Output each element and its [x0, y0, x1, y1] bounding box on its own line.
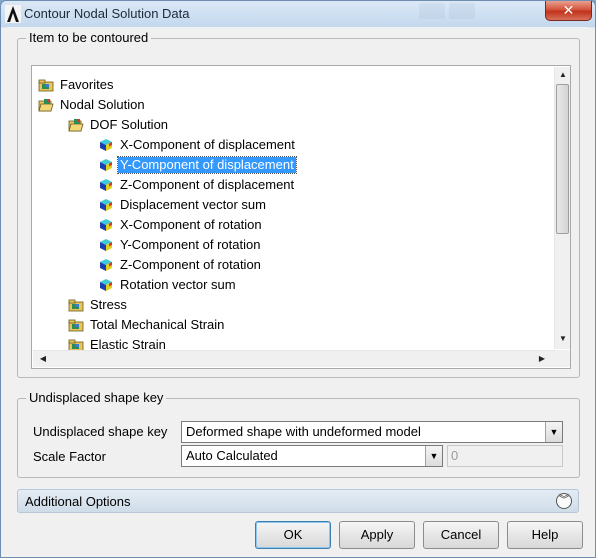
tree-item[interactable]: Nodal Solution	[38, 96, 147, 114]
tree-item[interactable]: Stress	[68, 296, 129, 314]
vertical-scrollbar[interactable]: ▲ ▼	[554, 67, 570, 349]
tree-item-label: Y-Component of rotation	[120, 237, 261, 252]
tree-item[interactable]: Rotation vector sum	[98, 276, 238, 294]
scale-factor-value: Auto Calculated	[186, 448, 278, 463]
result-cube-icon	[98, 138, 118, 152]
title-bar[interactable]: Contour Nodal Solution Data ✕	[1, 1, 595, 27]
tree-item-label: Favorites	[60, 77, 114, 92]
tree-item-label: Stress	[90, 297, 127, 312]
result-cube-icon	[98, 258, 118, 272]
tree-item-label: Nodal Solution	[60, 97, 145, 112]
folder-icon	[38, 78, 58, 92]
scale-factor-select[interactable]: Auto Calculated ▼	[181, 445, 443, 467]
folder-icon	[68, 318, 88, 332]
scroll-thumb[interactable]	[556, 84, 569, 234]
tree-item[interactable]: Total Mechanical Strain	[68, 316, 226, 334]
tree-item[interactable]: Z-Component of displacement	[98, 176, 296, 194]
chevron-down-icon[interactable]: ▼	[545, 422, 562, 442]
result-cube-icon	[98, 218, 118, 232]
result-cube-icon	[98, 238, 118, 252]
cancel-button[interactable]: Cancel	[423, 521, 499, 549]
tree-item-label: DOF Solution	[90, 117, 169, 132]
item-group-legend: Item to be contoured	[26, 30, 152, 45]
maximize-button[interactable]	[449, 3, 475, 19]
scroll-down-arrow-icon[interactable]: ▼	[555, 331, 571, 347]
result-cube-icon	[98, 158, 118, 172]
scroll-corner	[554, 350, 570, 367]
scroll-right-arrow-icon[interactable]: ▶	[534, 351, 550, 367]
additional-options-bar[interactable]: Additional Options ︾	[17, 489, 579, 513]
tree-item-label: Rotation vector sum	[120, 277, 236, 292]
tree-item[interactable]: Y-Component of displacement	[98, 156, 297, 174]
tree-item[interactable]: Favorites	[38, 76, 115, 94]
close-button[interactable]: ✕	[545, 1, 592, 21]
result-tree[interactable]: Favorites Nodal Solution DOF Solution X-Com…	[31, 65, 571, 369]
scale-factor-input[interactable]: 0	[447, 445, 563, 467]
shape-key-select[interactable]: Deformed shape with undeformed model ▼	[181, 421, 563, 443]
apply-button[interactable]: Apply	[339, 521, 415, 549]
tree-item-label: Z-Component of rotation	[120, 257, 261, 272]
folder-icon	[68, 298, 88, 312]
expand-chevron-icon[interactable]: ︾	[556, 493, 572, 509]
scroll-up-arrow-icon[interactable]: ▲	[555, 67, 571, 83]
tree-item-label: Z-Component of displacement	[120, 177, 295, 192]
scale-factor-label: Scale Factor	[33, 449, 106, 464]
dialog-body: Item to be contoured Favorites Nodal Solu…	[7, 27, 589, 553]
close-icon: ✕	[562, 2, 575, 18]
result-cube-icon	[98, 178, 118, 192]
ansys-icon	[5, 5, 21, 23]
tree-item[interactable]: X-Component of displacement	[98, 136, 297, 154]
folder-open-icon	[38, 98, 58, 112]
tree-item-label: Displacement vector sum	[120, 197, 266, 212]
result-cube-icon	[98, 278, 118, 292]
dialog-window: Contour Nodal Solution Data ✕ Item to be…	[0, 0, 596, 558]
shape-key-value: Deformed shape with undeformed model	[186, 424, 421, 439]
additional-options-label: Additional Options	[25, 494, 131, 509]
window-title: Contour Nodal Solution Data	[24, 6, 190, 21]
tree-item[interactable]: Z-Component of rotation	[98, 256, 263, 274]
tree-item-label: X-Component of rotation	[120, 217, 262, 232]
tree-item-label: Y-Component of displacement	[117, 156, 297, 174]
tree-item[interactable]: Y-Component of rotation	[98, 236, 262, 254]
folder-open-icon	[68, 118, 88, 132]
tree-item[interactable]: X-Component of rotation	[98, 216, 264, 234]
tree-item[interactable]: DOF Solution	[68, 116, 170, 134]
chevron-down-icon[interactable]: ▼	[425, 446, 442, 466]
help-button[interactable]: Help	[507, 521, 583, 549]
shape-group-legend: Undisplaced shape key	[26, 390, 167, 405]
tree-item-label: X-Component of displacement	[120, 137, 295, 152]
tree-item-label: Total Mechanical Strain	[90, 317, 225, 332]
scroll-left-arrow-icon[interactable]: ◀	[35, 351, 51, 367]
result-cube-icon	[98, 198, 118, 212]
horizontal-scrollbar[interactable]: ◀ ▶	[33, 350, 554, 367]
minimize-button[interactable]	[419, 3, 445, 19]
ok-button[interactable]: OK	[255, 521, 331, 549]
shape-key-label: Undisplaced shape key	[33, 424, 168, 439]
tree-item[interactable]: Displacement vector sum	[98, 196, 268, 214]
